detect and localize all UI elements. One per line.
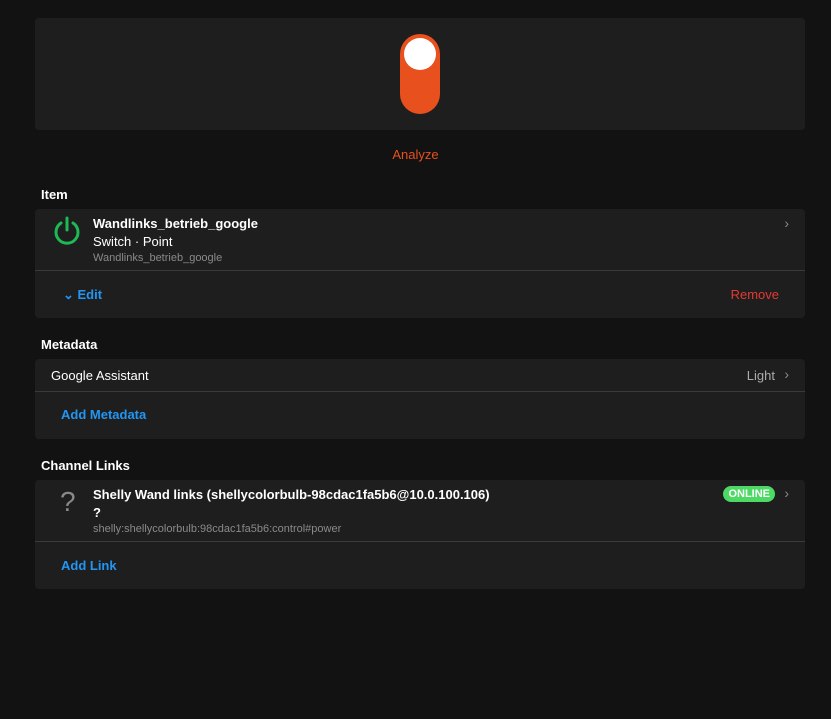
link-state: ?	[93, 505, 101, 520]
channel-links-card: ? Shelly Wand links (shellycolorbulb-98c…	[35, 480, 805, 589]
channel-link-row[interactable]: ? Shelly Wand links (shellycolorbulb-98c…	[35, 480, 805, 542]
item-header: Item	[41, 187, 68, 202]
edit-label: Edit	[77, 287, 103, 302]
metadata-row[interactable]: Google Assistant Light ›	[35, 359, 805, 392]
metadata-label: Google Assistant	[51, 368, 149, 383]
chevron-right-icon: ›	[784, 366, 789, 382]
item-name: Wandlinks_betrieb_google	[93, 216, 258, 231]
link-uid: shelly:shellycolorbulb:98cdac1fa5b6:cont…	[93, 523, 342, 535]
remove-button[interactable]: Remove	[731, 287, 779, 302]
add-link-button[interactable]: Add Link	[61, 558, 117, 573]
metadata-value: Light	[746, 368, 775, 383]
item-card: Wandlinks_betrieb_google Switch · Point …	[35, 209, 805, 318]
add-metadata-button[interactable]: Add Metadata	[61, 407, 146, 422]
chevron-down-icon: ⌄	[63, 287, 78, 302]
item-type: Switch · Point	[93, 234, 173, 249]
metadata-card: Google Assistant Light › Add Metadata	[35, 359, 805, 439]
metadata-header: Metadata	[41, 337, 98, 352]
chevron-right-icon: ›	[784, 215, 789, 231]
question-icon: ?	[60, 486, 76, 517]
power-icon	[54, 216, 80, 245]
analyze-button[interactable]: Analyze	[0, 147, 831, 162]
channel-links-header: Channel Links	[41, 458, 130, 473]
item-toggle[interactable]	[400, 34, 440, 114]
link-title: Shelly Wand links (shellycolorbulb-98cda…	[93, 487, 490, 502]
status-badge: ONLINE	[723, 486, 775, 502]
toggle-knob	[404, 38, 436, 70]
item-row[interactable]: Wandlinks_betrieb_google Switch · Point …	[35, 209, 805, 271]
chevron-right-icon: ›	[784, 485, 789, 501]
item-id: Wandlinks_betrieb_google	[93, 252, 223, 264]
edit-button[interactable]: ⌄ Edit	[63, 287, 102, 303]
